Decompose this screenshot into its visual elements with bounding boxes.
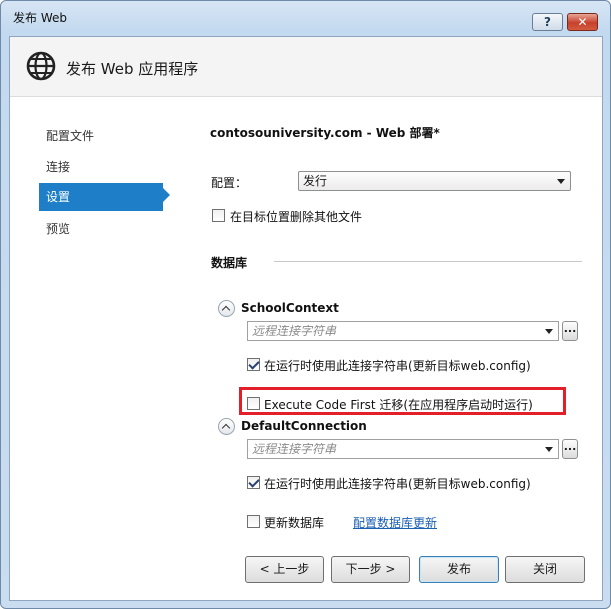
next-button[interactable]: 下一步 > bbox=[331, 556, 410, 583]
schoolcontext-connection-placeholder: 远程连接字符串 bbox=[252, 324, 337, 338]
collapse-schoolcontext-button[interactable] bbox=[218, 300, 235, 317]
configure-db-update-link[interactable]: 配置数据库更新 bbox=[353, 514, 437, 531]
dialog-title: 发布 Web 应用程序 bbox=[66, 60, 199, 78]
schoolcontext-browse-button[interactable]: ... bbox=[562, 321, 578, 341]
dialog-header: 发布 Web 应用程序 bbox=[10, 37, 602, 97]
collapse-defaultconnection-button[interactable] bbox=[218, 418, 235, 435]
schoolcontext-runtime-checkbox[interactable] bbox=[247, 358, 260, 371]
nav-item-profile[interactable]: 配置文件 bbox=[39, 122, 170, 150]
database-heading: 数据库 bbox=[211, 256, 248, 270]
database-divider bbox=[274, 261, 582, 262]
publish-web-dialog: 发布 Web ? ✕ 发布 Web 应用程序 配置文件 连接 设置 预览 con… bbox=[0, 0, 611, 609]
code-first-migrations-label: Execute Code First 迁移(在应用程序启动时运行) bbox=[264, 398, 533, 412]
defaultconnection-browse-button[interactable]: ... bbox=[562, 439, 578, 459]
publish-button[interactable]: 发布 bbox=[419, 556, 499, 583]
update-database-checkbox[interactable] bbox=[247, 515, 260, 528]
config-select-value: 发行 bbox=[303, 174, 328, 188]
window-title: 发布 Web bbox=[13, 11, 67, 25]
chevron-down-icon bbox=[557, 179, 565, 184]
help-button[interactable]: ? bbox=[532, 13, 563, 31]
defaultconnection-runtime-checkbox[interactable] bbox=[247, 476, 260, 489]
defaultconnection-connection-placeholder: 远程连接字符串 bbox=[252, 442, 337, 456]
chevron-down-icon bbox=[545, 447, 553, 452]
schoolcontext-runtime-label: 在运行时使用此连接字符串(更新目标web.config) bbox=[264, 359, 531, 373]
remove-files-label: 在目标位置删除其他文件 bbox=[230, 210, 363, 224]
schoolcontext-connection-input[interactable]: 远程连接字符串 bbox=[247, 321, 559, 341]
defaultconnection-runtime-label: 在运行时使用此连接字符串(更新目标web.config) bbox=[264, 477, 531, 491]
nav-item-preview[interactable]: 预览 bbox=[39, 215, 170, 243]
nav-active-pointer bbox=[163, 188, 170, 202]
db-name-defaultconnection: DefaultConnection bbox=[241, 419, 367, 433]
nav-item-connection[interactable]: 连接 bbox=[39, 153, 170, 181]
title-bar: 发布 Web ? ✕ bbox=[1, 1, 610, 31]
nav-item-settings[interactable]: 设置 bbox=[39, 183, 163, 211]
defaultconnection-connection-input[interactable]: 远程连接字符串 bbox=[247, 439, 559, 459]
code-first-migrations-checkbox[interactable] bbox=[247, 397, 260, 410]
config-label: 配置： bbox=[211, 176, 248, 190]
close-button[interactable]: 关闭 bbox=[505, 556, 585, 583]
remove-files-checkbox[interactable] bbox=[212, 209, 225, 222]
globe-icon bbox=[26, 51, 56, 81]
previous-button[interactable]: < 上一步 bbox=[245, 556, 324, 583]
profile-title: contosouniversity.com - Web 部署* bbox=[210, 126, 440, 140]
db-name-schoolcontext: SchoolContext bbox=[241, 301, 339, 315]
chevron-down-icon bbox=[545, 329, 553, 334]
close-window-button[interactable]: ✕ bbox=[567, 13, 598, 31]
update-database-label: 更新数据库 bbox=[264, 516, 325, 530]
dialog-body: 发布 Web 应用程序 配置文件 连接 设置 预览 contosounivers… bbox=[9, 36, 603, 601]
config-select[interactable]: 发行 bbox=[298, 171, 571, 191]
